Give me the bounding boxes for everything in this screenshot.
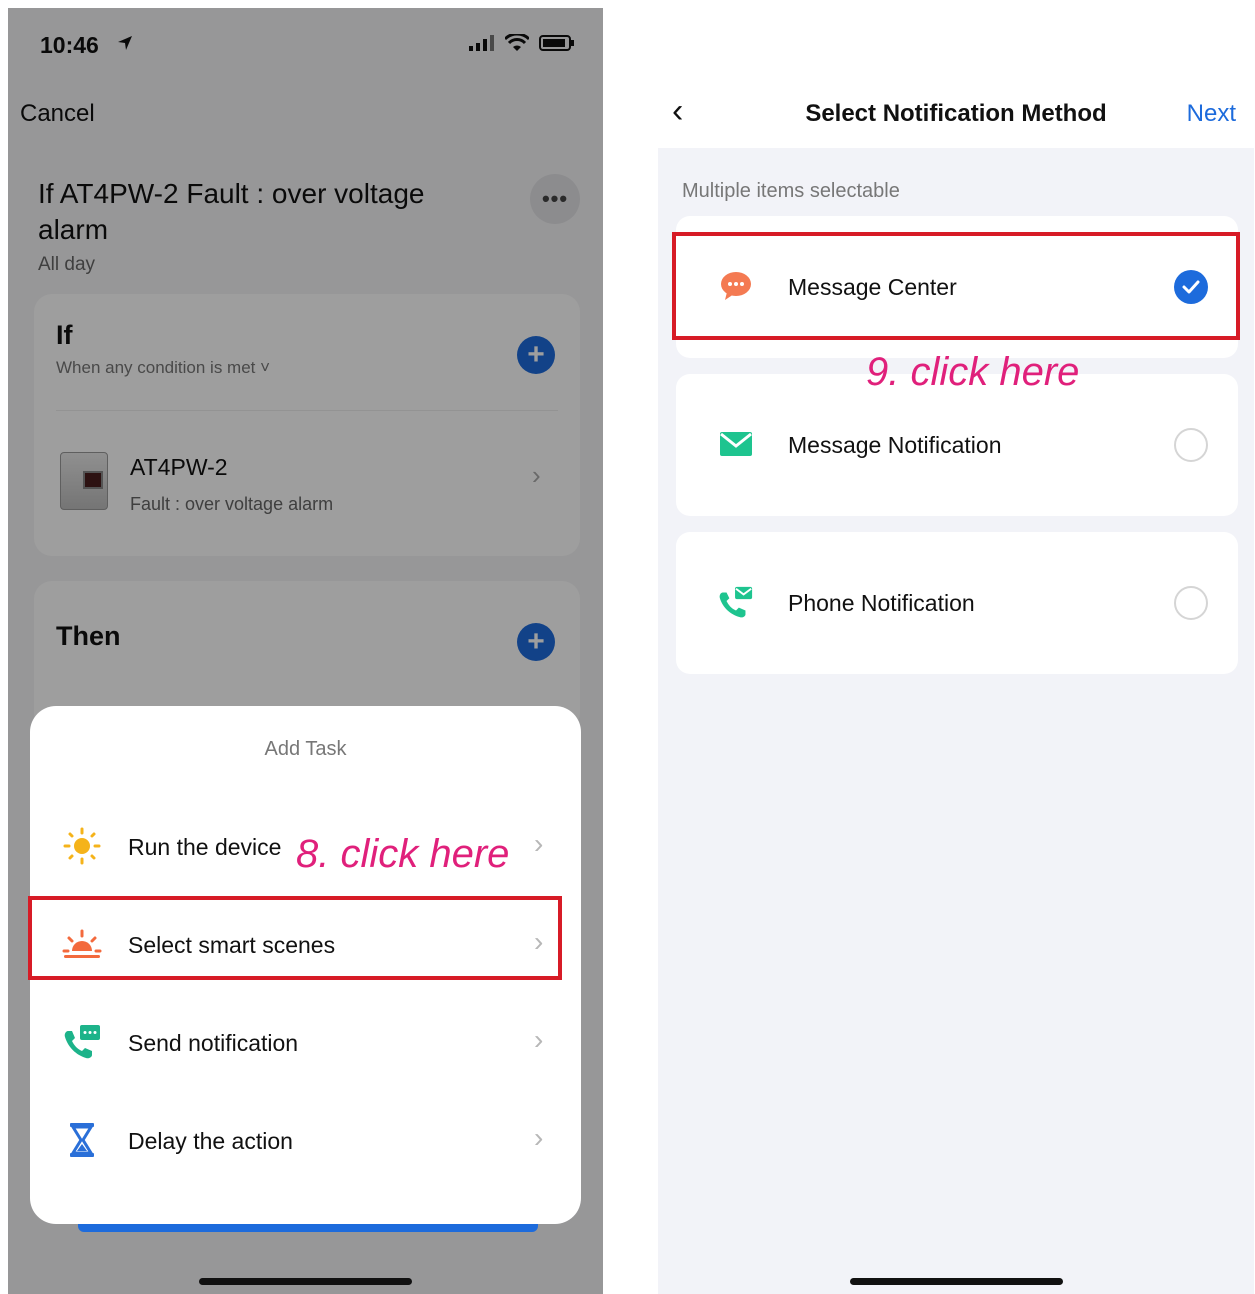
navigation-bar: ‹ Select Notification Method Next — [658, 8, 1254, 148]
task-send-notification[interactable]: Send notification › — [30, 1000, 581, 1090]
sheet-title: Add Task — [264, 738, 347, 760]
phone-message-icon — [62, 1022, 102, 1062]
annotation-step-8: 8. click here — [296, 832, 510, 876]
chevron-right-icon: › — [534, 828, 544, 859]
highlight-box-step-9 — [672, 232, 1240, 340]
task-label: Send notification — [128, 1030, 299, 1056]
phone-mail-icon — [718, 584, 754, 620]
right-phone-screen: ‹ Select Notification Method Next Multip… — [658, 8, 1254, 1294]
home-indicator — [850, 1278, 1063, 1285]
task-label: Delay the action — [128, 1128, 293, 1154]
home-indicator — [199, 1278, 412, 1285]
hourglass-icon — [62, 1120, 102, 1160]
task-delay-action[interactable]: Delay the action › — [30, 1098, 581, 1188]
option-message-notification[interactable]: Message Notification — [676, 374, 1238, 516]
radio-unchecked-icon[interactable] — [1174, 428, 1208, 462]
page-title: Select Notification Method — [805, 100, 1107, 127]
task-label: Run the device — [128, 834, 282, 860]
chevron-right-icon: › — [534, 1122, 544, 1153]
sun-icon — [62, 826, 102, 866]
chevron-right-icon: › — [534, 1024, 544, 1055]
envelope-icon — [718, 426, 754, 462]
next-button[interactable]: Next — [1187, 100, 1236, 128]
highlight-box-step-8 — [28, 896, 562, 980]
option-phone-notification[interactable]: Phone Notification — [676, 532, 1238, 674]
option-label: Message Notification — [788, 432, 1002, 458]
selection-hint: Multiple items selectable — [682, 180, 900, 202]
option-label: Phone Notification — [788, 590, 975, 616]
left-phone-screen: 10:46 Cancel If AT4PW-2 Fault : over vol… — [8, 8, 603, 1294]
radio-unchecked-icon[interactable] — [1174, 586, 1208, 620]
annotation-step-9: 9. click here — [866, 350, 1080, 394]
